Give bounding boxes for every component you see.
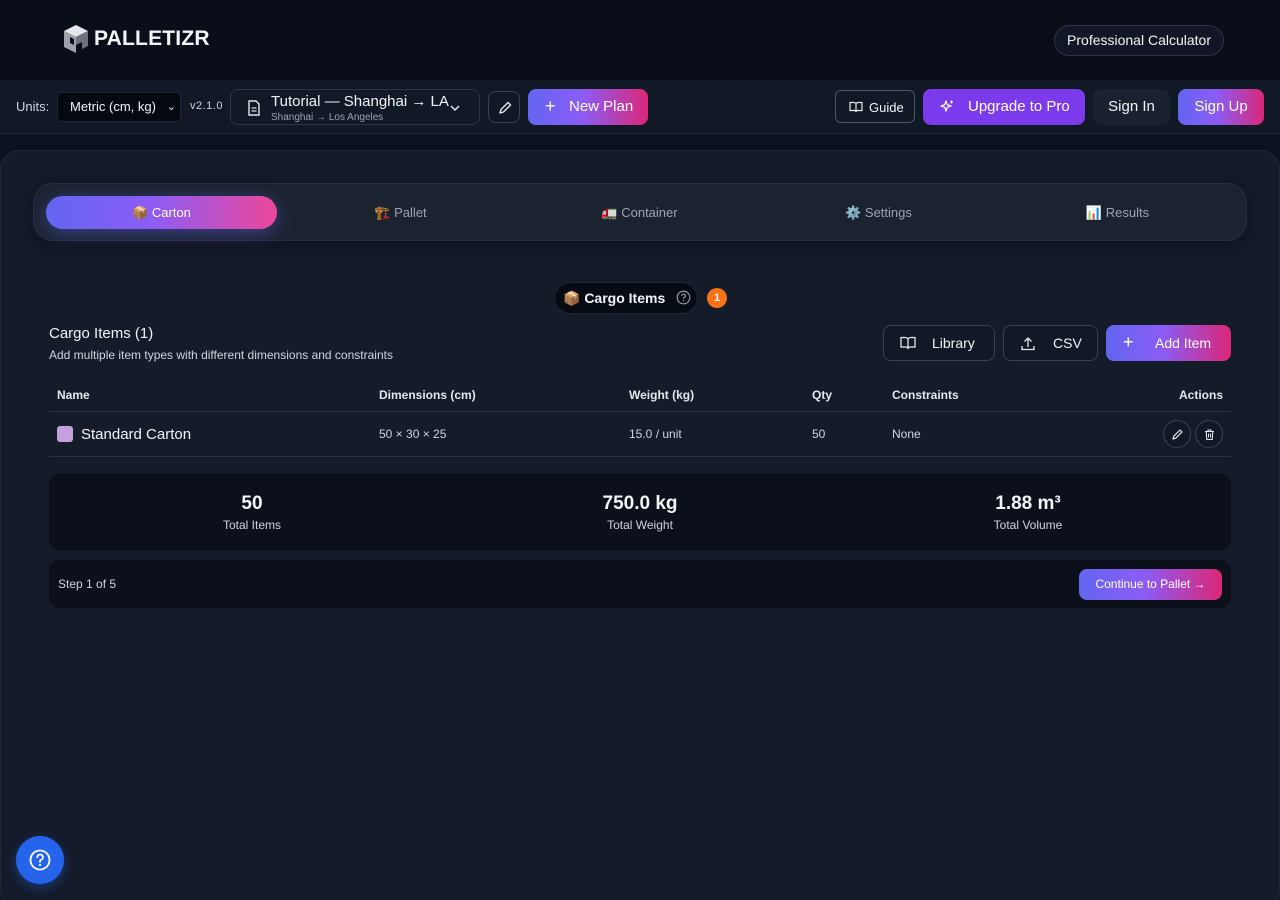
tab-settings[interactable]: ⚙️ Settings [763, 196, 994, 229]
totals-summary: 50 Total Items 750.0 kg Total Weight 1.8… [49, 474, 1231, 550]
trash-icon [1205, 429, 1214, 441]
item-constraints: None [892, 427, 921, 441]
sign-in-button[interactable]: Sign In [1093, 89, 1170, 125]
section-title: 📦 Cargo Items [563, 290, 666, 306]
item-dimensions: 50 × 30 × 25 [379, 427, 447, 441]
csv-upload-button[interactable]: CSV [1003, 325, 1098, 361]
truck-icon: 🚛 [601, 205, 618, 220]
gear-icon: ⚙️ [845, 205, 862, 220]
library-label: Library [932, 335, 975, 351]
tab-label: Results [1105, 205, 1150, 220]
total-items-stat: 50 Total Items [132, 492, 372, 533]
total-weight-value: 750.0 kg [602, 493, 678, 514]
column-header-weight: Weight (kg) [629, 388, 695, 402]
tab-carton[interactable]: 📦 Carton [46, 196, 277, 229]
item-count-badge: 1 [707, 288, 727, 308]
book-open-icon [900, 336, 916, 350]
item-color-swatch [57, 426, 73, 442]
item-qty: 50 [812, 427, 826, 441]
units-select-value: Metric (cm, kg) [70, 99, 156, 114]
document-icon [248, 100, 260, 116]
column-header-qty: Qty [812, 388, 833, 402]
csv-label: CSV [1053, 335, 1082, 351]
library-button[interactable]: Library [883, 325, 995, 361]
total-weight-stat: 750.0 kg Total Weight [520, 492, 760, 533]
tab-label: Settings [864, 205, 912, 220]
step-navigation: Step 1 of 5 Continue to Pallet → [49, 560, 1231, 608]
item-weight: 15.0 / unit [629, 427, 682, 441]
add-item-button[interactable]: + Add Item [1106, 325, 1231, 361]
total-weight-label: Total Weight [607, 518, 673, 532]
plus-icon: + [1123, 332, 1134, 352]
edit-plan-button[interactable] [488, 91, 520, 123]
cargo-items-description: Add multiple item types with different d… [49, 348, 393, 362]
tab-pallet[interactable]: 🏗️ Pallet [285, 196, 516, 229]
column-header-constraints: Constraints [892, 388, 959, 402]
pencil-icon [1172, 429, 1183, 440]
sign-up-button[interactable]: Sign Up [1178, 89, 1264, 125]
upload-icon [1021, 337, 1035, 351]
pencil-icon [499, 101, 512, 114]
step-indicator: Step 1 of 5 [58, 577, 117, 591]
crane-icon: 🏗️ [374, 205, 391, 220]
logo-cube-icon [64, 25, 88, 53]
tab-label: Carton [151, 205, 191, 220]
plus-icon: + [545, 96, 556, 116]
column-header-name: Name [57, 388, 90, 402]
tab-label: Container [621, 205, 678, 220]
plan-title: Tutorial — Shanghai → LA [271, 93, 449, 110]
help-circle-icon [29, 849, 51, 871]
guide-button[interactable]: Guide [835, 90, 915, 123]
chevron-down-icon [450, 105, 460, 112]
total-volume-value: 1.88 m³ [995, 493, 1061, 514]
cargo-items-section-title: 📦 Cargo Items [554, 282, 698, 314]
continue-to-pallet-button[interactable]: Continue to Pallet → [1079, 569, 1222, 600]
table-header-divider [49, 411, 1231, 412]
tab-label: Pallet [394, 205, 427, 220]
professional-calculator-badge: Professional Calculator [1054, 25, 1224, 56]
delete-item-button[interactable] [1195, 420, 1223, 448]
version-label: v2.1.0 [190, 100, 223, 112]
bar-chart-icon: 📊 [1085, 205, 1103, 220]
total-items-value: 50 [241, 493, 263, 514]
book-open-icon [849, 101, 863, 113]
tab-container[interactable]: 🚛 Container [524, 196, 755, 229]
plan-subtitle: Shanghai → Los Angeles [271, 112, 384, 123]
edit-item-button[interactable] [1163, 420, 1191, 448]
units-select[interactable]: Metric (cm, kg) ⌄ [57, 92, 181, 122]
sparkles-icon [940, 100, 953, 112]
brand-name: PALLETIZR [94, 27, 210, 50]
step-tabs: 📦 Carton 🏗️ Pallet 🚛 Container ⚙️ Settin… [33, 183, 1247, 241]
total-items-label: Total Items [222, 518, 282, 532]
add-item-label: Add Item [1155, 335, 1212, 351]
new-plan-label: New Plan [569, 98, 634, 115]
tab-results[interactable]: 📊 Results [1002, 196, 1233, 229]
units-label: Units: [16, 99, 50, 114]
new-plan-button[interactable]: + New Plan [528, 89, 648, 125]
guide-label: Guide [869, 100, 904, 115]
item-name: Standard Carton [81, 426, 192, 443]
table-row-divider [49, 456, 1231, 457]
brand-logo[interactable]: PALLETIZR [62, 23, 210, 55]
upgrade-label: Upgrade to Pro [968, 98, 1070, 115]
package-icon: 📦 [132, 205, 149, 220]
top-header: PALLETIZR Professional Calculator [0, 0, 1280, 80]
cargo-items-heading: Cargo Items (1) [49, 325, 154, 342]
total-volume-stat: 1.88 m³ Total Volume [908, 492, 1148, 533]
total-volume-label: Total Volume [993, 518, 1063, 532]
column-header-dimensions: Dimensions (cm) [379, 388, 476, 402]
help-circle-icon[interactable] [676, 290, 691, 305]
plan-selector[interactable]: Tutorial — Shanghai → LA Shanghai → Los … [230, 89, 480, 125]
upgrade-to-pro-button[interactable]: Upgrade to Pro [923, 89, 1085, 125]
column-header-actions: Actions [1179, 388, 1224, 402]
chevron-down-icon: ⌄ [166, 101, 176, 113]
help-button[interactable] [16, 836, 64, 884]
